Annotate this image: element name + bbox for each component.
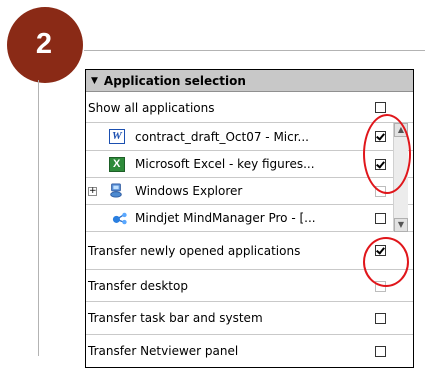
mindmanager-icon bbox=[112, 212, 127, 225]
row-label: Mindjet MindManager Pro - [... bbox=[135, 211, 316, 225]
mindmanager-checkbox[interactable] bbox=[375, 213, 386, 224]
panel-title: Application selection bbox=[103, 73, 246, 88]
step-number-badge: 2 bbox=[7, 7, 83, 83]
transfer-netviewer-panel-checkbox[interactable] bbox=[375, 346, 386, 357]
row-label: Transfer Netviewer panel bbox=[88, 344, 239, 358]
collapse-triangle-icon[interactable]: ▼ bbox=[91, 76, 98, 86]
expand-plus-icon[interactable]: + bbox=[88, 187, 97, 196]
panel-header[interactable]: ▼ Application selection bbox=[86, 70, 413, 92]
word-icon bbox=[109, 129, 125, 144]
show-all-applications-checkbox[interactable] bbox=[375, 102, 386, 113]
row-label: Transfer desktop bbox=[88, 278, 188, 293]
row-transfer-task-bar[interactable]: Transfer task bar and system bbox=[86, 302, 413, 335]
excel-icon bbox=[109, 157, 125, 172]
row-label: Windows Explorer bbox=[135, 184, 243, 198]
row-label: Microsoft Excel - key figures... bbox=[135, 157, 315, 171]
step-number: 2 bbox=[35, 27, 53, 60]
highlight-circle-app-checkboxes bbox=[363, 114, 411, 194]
row-app-windows-explorer[interactable]: + Windows Explorer bbox=[86, 178, 413, 205]
row-transfer-netviewer-panel[interactable]: Transfer Netviewer panel bbox=[86, 335, 413, 367]
application-selection-panel: ▼ Application selection Show all applica… bbox=[85, 69, 414, 368]
row-show-all-applications[interactable]: Show all applications bbox=[86, 93, 413, 123]
highlight-circle-transfer-new-checkbox bbox=[363, 237, 409, 287]
frame-line-top bbox=[84, 50, 425, 51]
row-label: contract_draft_Oct07 - Micr... bbox=[135, 129, 309, 144]
frame-line-left bbox=[38, 80, 39, 356]
row-app-mindmanager[interactable]: Mindjet MindManager Pro - [... bbox=[86, 205, 413, 232]
row-transfer-desktop[interactable]: Transfer desktop bbox=[86, 270, 413, 302]
row-label: Show all applications bbox=[88, 100, 215, 115]
row-label: Transfer task bar and system bbox=[88, 311, 263, 325]
transfer-task-bar-checkbox[interactable] bbox=[375, 313, 386, 324]
row-label: Transfer newly opened applications bbox=[88, 243, 301, 258]
explorer-icon bbox=[110, 183, 122, 198]
scroll-down-arrow-icon[interactable]: ▼ bbox=[394, 218, 408, 232]
